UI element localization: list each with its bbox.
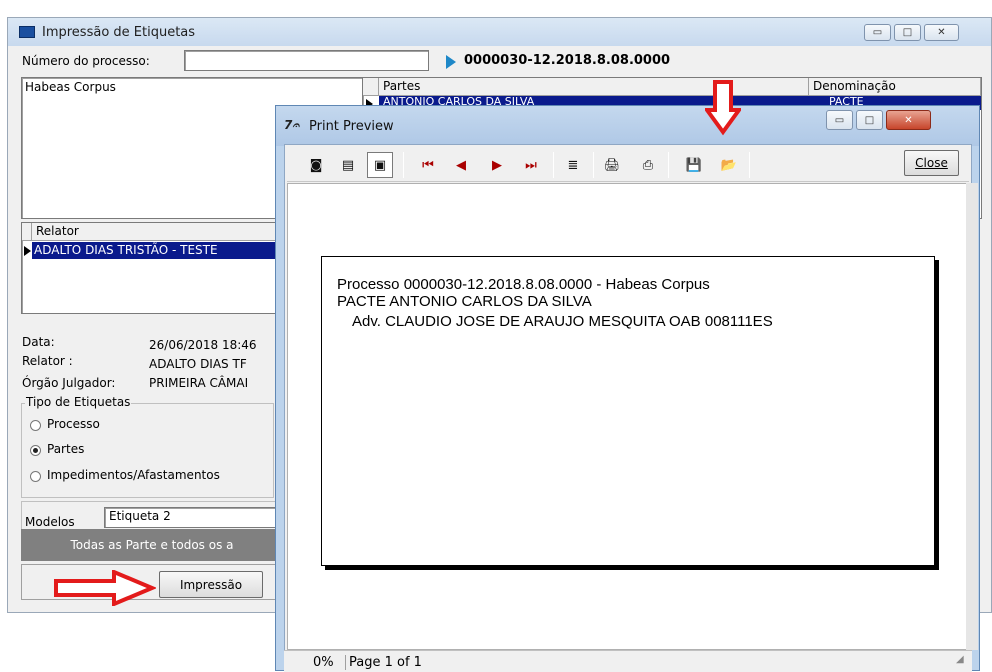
- data-label: Data:: [22, 335, 55, 349]
- label-line-1: Processo 0000030-12.2018.8.08.0000 - Hab…: [337, 276, 710, 293]
- next-page-icon[interactable]: ▶: [484, 152, 510, 178]
- open-folder-icon[interactable]: 📂: [716, 152, 742, 178]
- partes-header[interactable]: Partes: [379, 78, 809, 96]
- toolbar-separator: [553, 152, 554, 178]
- denominacao-header[interactable]: Denominação: [809, 78, 981, 96]
- resize-grip-icon[interactable]: ◢: [956, 654, 968, 668]
- print-preview-window: 7𝄐 Print Preview ▭ □ ✕ ◙ ▤ ▣ ⏮ ◀ ▶ ⏭ ≣ 🖨…: [275, 105, 980, 672]
- toolbar-separator: [668, 152, 669, 178]
- minimize-button[interactable]: ▭: [864, 24, 891, 41]
- preview-app-icon: 7𝄐: [284, 118, 300, 132]
- tipo-etiquetas-group: Tipo de Etiquetas Processo Partes Impedi…: [21, 395, 274, 498]
- preview-maximize-button[interactable]: □: [856, 110, 883, 130]
- maximize-button[interactable]: □: [894, 24, 921, 41]
- relator-grid-corner: [22, 223, 32, 241]
- preview-close-text-button[interactable]: Close: [904, 150, 959, 176]
- process-number-input[interactable]: [184, 50, 429, 71]
- page-setup-icon[interactable]: ≣: [560, 152, 586, 178]
- play-icon: [446, 55, 456, 69]
- close-button[interactable]: ✕: [924, 24, 959, 41]
- label-page: Processo 0000030-12.2018.8.08.0000 - Hab…: [321, 256, 935, 566]
- preview-titlebar: 7𝄐 Print Preview ▭ □ ✕: [276, 106, 979, 146]
- annotation-arrow-right: [54, 570, 156, 606]
- toolbar-separator: [403, 152, 404, 178]
- partes-grid-corner: [363, 78, 379, 96]
- status-zoom: 0%: [313, 655, 334, 670]
- preview-close-button[interactable]: ✕: [886, 110, 931, 130]
- annotation-arrow-down: [705, 80, 741, 136]
- preview-minimize-button[interactable]: ▭: [826, 110, 853, 130]
- toolbar-separator: [593, 152, 594, 178]
- label-line-2: PACTE ANTONIO CARLOS DA SILVA: [337, 293, 592, 310]
- modelos-label: Modelos: [25, 515, 75, 529]
- data-value: 26/06/2018 18:46: [149, 338, 257, 352]
- toolbar-separator: [749, 152, 750, 178]
- zoom-100-icon[interactable]: ▣: [367, 152, 393, 178]
- relator-label: Relator :: [22, 354, 73, 368]
- class-list-item[interactable]: Habeas Corpus: [22, 78, 362, 96]
- main-titlebar: Impressão de Etiquetas ▭ □ ✕: [8, 18, 991, 46]
- app-icon: [19, 26, 35, 38]
- window-title: Impressão de Etiquetas: [42, 25, 196, 40]
- radio-partes[interactable]: [30, 445, 41, 456]
- radio-partes-label[interactable]: Partes: [47, 442, 84, 456]
- vertical-scrollbar[interactable]: [966, 183, 978, 650]
- relator-value: ADALTO DIAS TF: [149, 357, 247, 371]
- status-page: Page 1 of 1: [345, 655, 422, 670]
- orgao-label: Órgão Julgador:: [22, 376, 116, 390]
- print-button[interactable]: Impressão: [159, 571, 263, 598]
- radio-impedimentos[interactable]: [30, 471, 41, 482]
- save-icon[interactable]: 💾: [681, 152, 707, 178]
- radio-processo-label[interactable]: Processo: [47, 417, 100, 431]
- page-width-icon[interactable]: ▤: [335, 152, 361, 178]
- preview-title: Print Preview: [309, 119, 394, 134]
- radio-processo[interactable]: [30, 420, 41, 431]
- label-line-3: Adv. CLAUDIO JOSE DE ARAUJO MESQUITA OAB…: [352, 313, 773, 330]
- info-bar: Todas as Parte e todos os a: [21, 529, 283, 561]
- print-icon[interactable]: ⎙: [635, 152, 661, 178]
- last-page-icon[interactable]: ⏭: [518, 152, 544, 178]
- printer-setup-icon[interactable]: 🖨: [599, 152, 625, 178]
- relator-row-pointer-icon: [24, 246, 31, 256]
- first-page-icon[interactable]: ⏮: [415, 152, 441, 178]
- modelos-select[interactable]: Etiqueta 2: [104, 507, 284, 528]
- process-number-label: Número do processo:: [22, 54, 150, 68]
- previous-page-icon[interactable]: ◀: [448, 152, 474, 178]
- radio-impedimentos-label[interactable]: Impedimentos/Afastamentos: [47, 468, 220, 482]
- process-number-display: 0000030-12.2018.8.08.0000: [464, 53, 671, 68]
- tipo-etiquetas-title: Tipo de Etiquetas: [25, 395, 132, 409]
- orgao-value: PRIMEIRA CÂMAI: [149, 376, 249, 390]
- zoom-whole-page-icon[interactable]: ◙: [303, 152, 329, 178]
